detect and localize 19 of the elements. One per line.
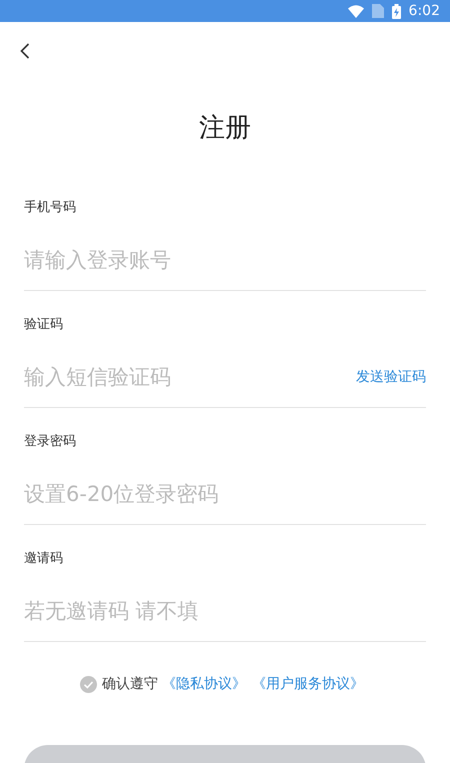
input-field[interactable]: 若无邀请码 请不填 (24, 591, 426, 631)
input-field[interactable]: 输入短信验证码 (24, 357, 356, 397)
no-sim-icon (372, 4, 384, 18)
battery-charging-icon (392, 4, 401, 18)
page-title: 注册 (198, 112, 252, 145)
agreement-text: 确认遵守 (102, 675, 158, 693)
field-label: 验证码 (24, 316, 63, 334)
send-code-button[interactable]: 发送验证码 (356, 368, 426, 386)
wifi-icon (348, 4, 364, 18)
input-field[interactable]: 请输入登录账号 (24, 240, 426, 280)
agreement-link[interactable]: 《隐私协议》 (162, 675, 246, 693)
agreement-link[interactable]: 《用户服务协议》 (252, 675, 364, 693)
field-label: 登录密码 (24, 433, 76, 451)
input-field[interactable]: 设置6-20位登录密码 (24, 474, 426, 514)
field-label: 手机号码 (24, 199, 76, 217)
field-label: 邀请码 (24, 550, 63, 568)
checkbox[interactable] (80, 676, 97, 692)
back-icon[interactable] (20, 43, 30, 59)
clock-time: 6:02 (408, 3, 440, 19)
